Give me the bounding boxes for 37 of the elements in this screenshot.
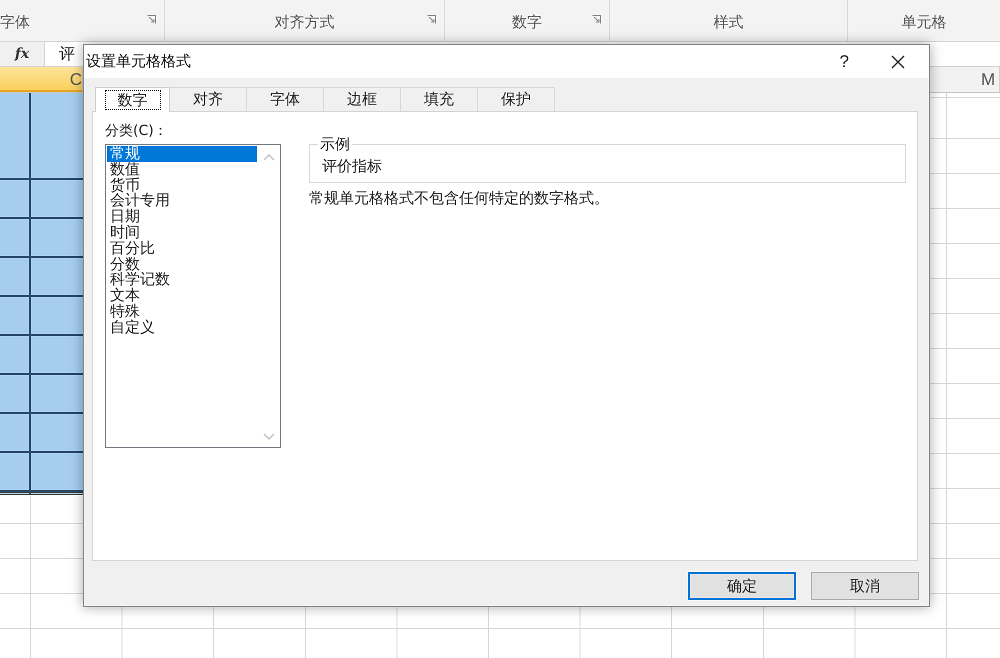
close-icon[interactable] bbox=[891, 54, 905, 68]
column-header[interactable]: M bbox=[946, 67, 1000, 92]
tab[interactable]: 数字 bbox=[95, 87, 170, 112]
ribbon-group-label: 字体 bbox=[0, 13, 30, 32]
dialog-launcher-icon[interactable] bbox=[147, 15, 156, 24]
category-item[interactable]: 数值 bbox=[107, 162, 257, 178]
category-item[interactable]: 日期 bbox=[107, 209, 257, 225]
sample-value: 评价指标 bbox=[322, 156, 382, 176]
tab[interactable]: 保护 bbox=[477, 87, 555, 111]
ribbon-group-label: 对齐方式 bbox=[274, 13, 334, 32]
category-label: 分类(C)： bbox=[105, 122, 169, 141]
category-item[interactable]: 常规 bbox=[107, 146, 257, 162]
column-header[interactable]: C bbox=[0, 67, 83, 92]
dialog-launcher-icon[interactable] bbox=[427, 15, 436, 24]
category-item[interactable]: 特殊 bbox=[107, 304, 257, 320]
scroll-down-icon[interactable] bbox=[263, 433, 275, 441]
category-item[interactable]: 会计专用 bbox=[107, 193, 257, 210]
sample-legend: 示例 bbox=[318, 135, 352, 153]
category-item[interactable]: 分数 bbox=[107, 256, 257, 272]
ribbon-group-label: 数字 bbox=[512, 13, 542, 32]
insert-function-button[interactable]: fx bbox=[0, 42, 44, 66]
help-button[interactable]: ? bbox=[840, 52, 849, 72]
category-item[interactable]: 自定义 bbox=[107, 320, 257, 336]
category-item[interactable]: 时间 bbox=[107, 224, 257, 241]
category-list[interactable]: 常规 数值 货币 会计专用 日期 时间 百分比 分数 科学记数 文本 特殊 自定义 bbox=[105, 144, 281, 448]
dialog-launcher-icon[interactable] bbox=[592, 15, 601, 24]
category-item[interactable]: 百分比 bbox=[107, 240, 257, 257]
ribbon-group-label: 样式 bbox=[714, 13, 744, 32]
dialog-title: 设置单元格格式 bbox=[86, 52, 192, 71]
ribbon-group-label: 单元格 bbox=[902, 13, 946, 32]
category-item[interactable]: 文本 bbox=[107, 288, 257, 304]
ok-button[interactable]: 确定 bbox=[688, 572, 796, 600]
format-description: 常规单元格格式不包含任何特定的数字格式。 bbox=[309, 189, 610, 208]
category-item[interactable]: 货币 bbox=[107, 178, 257, 194]
category-item[interactable]: 科学记数 bbox=[107, 272, 257, 288]
scroll-up-icon[interactable] bbox=[263, 153, 275, 161]
cancel-button[interactable]: 取消 bbox=[811, 572, 919, 600]
